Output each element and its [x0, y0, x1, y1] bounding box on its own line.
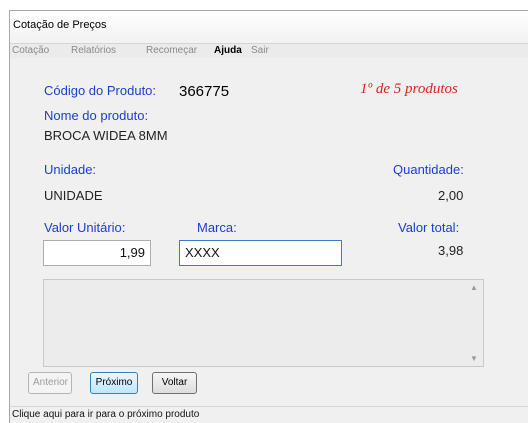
product-code-value: 366775 — [179, 83, 230, 100]
title-bar[interactable]: Cotação de Preços — [10, 11, 528, 39]
notes-textarea[interactable]: ▲ ▼ — [43, 279, 484, 367]
quantity-label: Quantidade: — [393, 162, 464, 177]
back-button[interactable]: Voltar — [152, 372, 197, 394]
unit-label: Unidade: — [44, 162, 97, 177]
product-name-value: BROCA WIDEA 8MM — [44, 128, 168, 143]
unit-value: UNIDADE — [44, 188, 103, 203]
scroll-up-icon[interactable]: ▲ — [470, 283, 478, 292]
product-code-label: Código do Produto: — [44, 83, 157, 98]
brand-input[interactable]: XXXX — [179, 240, 342, 266]
menu-bar: Cotação Relatórios Recomeçar Ajuda Sair — [10, 43, 528, 58]
next-button[interactable]: Próximo — [90, 372, 138, 394]
menu-item-ajuda[interactable]: Ajuda — [214, 45, 242, 56]
form-area: Código do Produto: 366775 1º de 5 produt… — [10, 58, 528, 407]
previous-button[interactable]: Anterior — [28, 372, 72, 394]
total-value: 3,98 — [438, 243, 464, 258]
unit-price-input[interactable]: 1,99 — [43, 240, 151, 266]
menu-item-cotacao[interactable]: Cotação — [12, 45, 49, 56]
product-name-label: Nome do produto: — [44, 108, 149, 123]
main-window: Cotação de Preços Cotação Relatórios Rec… — [9, 10, 528, 423]
quantity-value: 2,00 — [438, 188, 464, 203]
total-label: Valor total: — [398, 220, 460, 235]
unit-price-label: Valor Unitário: — [44, 220, 126, 235]
menu-item-recomecar[interactable]: Recomeçar — [146, 45, 197, 56]
status-text: Clique aqui para ir para o próximo produ… — [12, 409, 200, 420]
menu-item-relatorios[interactable]: Relatórios — [71, 45, 116, 56]
brand-label: Marca: — [197, 220, 237, 235]
notes-scrollbar[interactable]: ▲ ▼ — [467, 280, 483, 366]
menu-item-sair[interactable]: Sair — [251, 45, 269, 56]
status-bar: Clique aqui para ir para o próximo produ… — [10, 406, 528, 423]
scroll-down-icon[interactable]: ▼ — [470, 354, 478, 363]
window-title: Cotação de Preços — [13, 19, 107, 31]
product-counter: 1º de 5 produtos — [360, 81, 458, 97]
